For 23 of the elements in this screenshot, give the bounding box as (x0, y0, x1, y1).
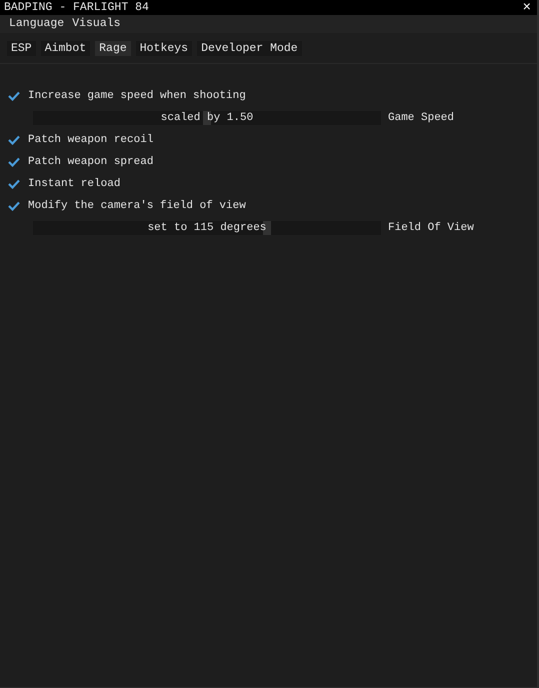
slider-label: Field Of View (388, 220, 474, 236)
checkbox[interactable] (7, 89, 21, 103)
checkbox-label: Patch weapon spread (28, 154, 154, 170)
close-button[interactable]: × (522, 0, 531, 14)
menu-item[interactable]: Visuals (68, 15, 125, 33)
checkbox[interactable] (7, 133, 21, 147)
checkbox[interactable] (7, 177, 21, 191)
checkbox-label: Increase game speed when shooting (28, 88, 246, 104)
checkbox-label: Instant reload (28, 176, 120, 192)
checkbox[interactable] (7, 155, 21, 169)
slider[interactable]: set to 115 degrees (33, 221, 381, 235)
tab[interactable]: Aimbot (40, 41, 90, 56)
slider[interactable]: scaled by 1.50 (33, 111, 381, 125)
checkbox[interactable] (7, 199, 21, 213)
checkbox-label: Patch weapon recoil (28, 132, 154, 148)
tab[interactable]: Developer Mode (197, 41, 302, 56)
tab[interactable]: ESP (7, 41, 36, 56)
tab[interactable]: Rage (95, 41, 131, 56)
menu-item[interactable]: Language (5, 15, 68, 33)
tab[interactable]: Hotkeys (136, 41, 192, 56)
slider-label: Game Speed (388, 110, 454, 126)
checkbox-label: Modify the camera's field of view (28, 198, 246, 214)
window-title: BADPING - FARLIGHT 84 (4, 0, 149, 16)
